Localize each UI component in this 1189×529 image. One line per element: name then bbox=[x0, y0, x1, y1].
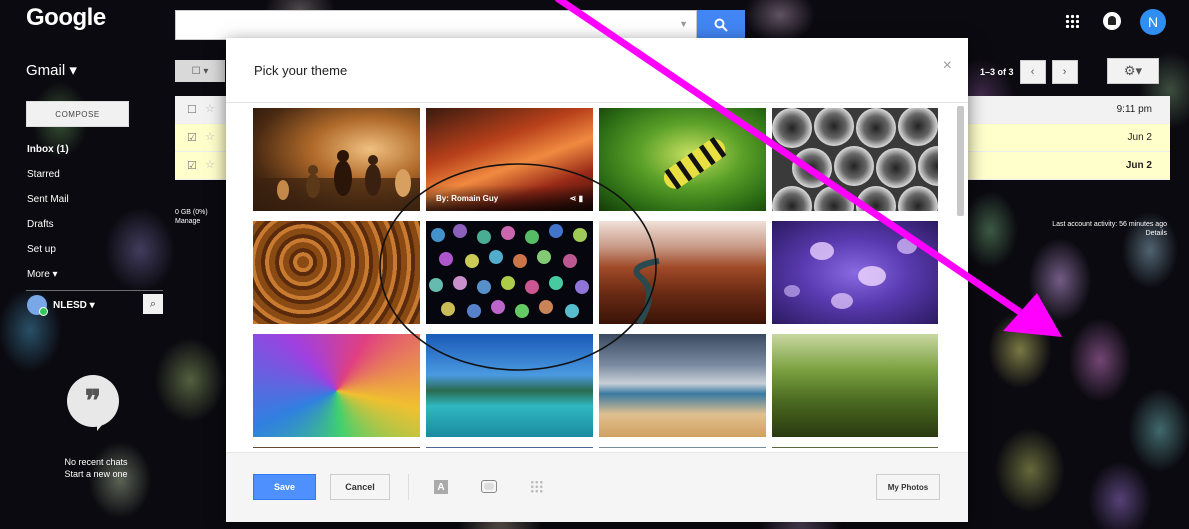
star-icon[interactable]: ☆ bbox=[205, 130, 215, 143]
share-delete-icons[interactable]: ⋖ ▮ bbox=[570, 194, 583, 203]
theme-tile-lights[interactable] bbox=[426, 221, 593, 324]
dialog-title: Pick your theme bbox=[254, 63, 348, 78]
jellyfish-image bbox=[784, 238, 917, 309]
theme-grid: By: Romain Guy ⋖ ▮ bbox=[253, 108, 938, 448]
chess-pieces-image bbox=[253, 150, 420, 211]
photo-credit: By: Romain Guy ⋖ ▮ bbox=[426, 185, 593, 211]
hangouts-quote-icon: ❞ bbox=[67, 375, 119, 431]
bokeh-lights-image bbox=[429, 224, 589, 318]
sidebar-item-setup[interactable]: Set up bbox=[27, 237, 69, 262]
grid-scrollbar[interactable] bbox=[957, 106, 964, 216]
account-name: NLESD ▾ bbox=[53, 299, 95, 311]
search-input[interactable]: ▼ bbox=[175, 10, 697, 40]
star-icon[interactable]: ☆ bbox=[205, 158, 215, 171]
vignette-icon[interactable] bbox=[481, 480, 497, 493]
theme-tile-beach[interactable] bbox=[599, 334, 766, 437]
river-canyon-image bbox=[633, 258, 660, 324]
sidebar-item-inbox[interactable]: Inbox (1) bbox=[27, 137, 69, 162]
details-link[interactable]: Details bbox=[980, 229, 1167, 238]
search-options-icon[interactable]: ▼ bbox=[679, 19, 688, 29]
dialog-footer: Save Cancel A My Photos bbox=[226, 453, 968, 522]
header-divider bbox=[226, 102, 968, 103]
sidebar-item-sent[interactable]: Sent Mail bbox=[27, 187, 69, 212]
theme-tile-leaves[interactable] bbox=[253, 221, 420, 324]
row-checkbox[interactable]: ☑ bbox=[187, 159, 197, 172]
select-all-checkbox[interactable]: ☐ ▾ bbox=[175, 60, 225, 82]
apps-grid-icon[interactable] bbox=[1065, 14, 1079, 28]
newer-button[interactable]: ‹ bbox=[1019, 60, 1046, 84]
theme-tile-chess[interactable] bbox=[253, 108, 420, 211]
close-icon[interactable]: × bbox=[943, 57, 952, 75]
theme-tile-lake[interactable] bbox=[426, 334, 593, 437]
no-chats-text: No recent chats bbox=[64, 457, 128, 467]
theme-tile-horseshoe-bend[interactable] bbox=[599, 221, 766, 324]
page-count: 1–3 of 3 bbox=[980, 67, 1014, 77]
pager: 1–3 of 3 ‹ › bbox=[980, 60, 1078, 84]
my-photos-button[interactable]: My Photos bbox=[876, 474, 940, 500]
cancel-button[interactable]: Cancel bbox=[330, 474, 390, 500]
account-avatar[interactable]: N bbox=[1140, 9, 1166, 35]
compose-button[interactable]: COMPOSE bbox=[26, 101, 129, 127]
manage-storage-link[interactable]: Manage bbox=[175, 217, 208, 226]
start-chat-link[interactable]: Start a new one bbox=[46, 468, 146, 480]
theme-tile-row4-4[interactable] bbox=[772, 447, 938, 448]
folder-list: Inbox (1) Starred Sent Mail Drafts Set u… bbox=[27, 137, 69, 287]
credit-text: By: Romain Guy bbox=[436, 193, 499, 203]
theme-tile-row4-2[interactable] bbox=[426, 447, 593, 448]
sidebar-item-more[interactable]: More ▾ bbox=[27, 262, 69, 287]
search-people-button[interactable]: ⌕ bbox=[143, 294, 163, 314]
sidebar-item-drafts[interactable]: Drafts bbox=[27, 212, 69, 237]
google-logo[interactable]: Google bbox=[26, 4, 106, 32]
theme-tile-caterpillar[interactable] bbox=[599, 108, 766, 211]
nav-divider bbox=[26, 290, 163, 291]
account-activity: Last account activity: 56 minutes ago De… bbox=[980, 220, 1167, 238]
row-checkbox[interactable]: ☐ bbox=[187, 103, 197, 116]
theme-tile-row4-1[interactable] bbox=[253, 447, 420, 448]
text-background-icon[interactable]: A bbox=[434, 480, 448, 494]
row-date: Jun 2 bbox=[1127, 132, 1152, 143]
row-checkbox[interactable]: ☑ bbox=[187, 131, 197, 144]
storage-amount: 0 GB (0%) bbox=[175, 209, 208, 216]
last-activity-text: Last account activity: 56 minutes ago bbox=[1052, 221, 1167, 228]
theme-tile-pipes[interactable] bbox=[772, 108, 938, 211]
pipes-image bbox=[772, 108, 938, 211]
search-icon bbox=[714, 18, 728, 32]
footer-separator bbox=[408, 474, 409, 500]
older-button[interactable]: › bbox=[1051, 60, 1078, 84]
caterpillar-image bbox=[663, 137, 727, 190]
star-icon[interactable]: ☆ bbox=[205, 102, 215, 115]
search-button[interactable] bbox=[697, 10, 745, 40]
storage-usage: 0 GB (0%) Manage bbox=[175, 208, 208, 226]
notifications-icon[interactable] bbox=[1103, 12, 1121, 30]
theme-tile-jellyfish[interactable] bbox=[772, 221, 938, 324]
theme-tile-forest[interactable] bbox=[772, 334, 938, 437]
chats-status: No recent chats Start a new one bbox=[46, 456, 146, 480]
blur-icon[interactable] bbox=[530, 480, 544, 494]
settings-gear-icon[interactable]: ⚙▾ bbox=[1107, 58, 1159, 84]
theme-tile-bubble[interactable] bbox=[253, 334, 420, 437]
save-button[interactable]: Save bbox=[253, 474, 316, 500]
sidebar-item-starred[interactable]: Starred bbox=[27, 162, 69, 187]
row-date: 9:11 pm bbox=[1116, 104, 1152, 115]
hangouts-account[interactable]: NLESD ▾ bbox=[27, 293, 95, 317]
theme-tile-row4-3[interactable] bbox=[599, 447, 766, 448]
user-avatar bbox=[27, 295, 48, 316]
theme-tile-canyon[interactable]: By: Romain Guy ⋖ ▮ bbox=[426, 108, 593, 211]
theme-picker-dialog: Pick your theme × By: Romain Guy ⋖ ▮ Sav… bbox=[226, 38, 968, 522]
gmail-menu[interactable]: Gmail ▾ bbox=[26, 61, 77, 79]
row-date: Jun 2 bbox=[1125, 160, 1152, 171]
